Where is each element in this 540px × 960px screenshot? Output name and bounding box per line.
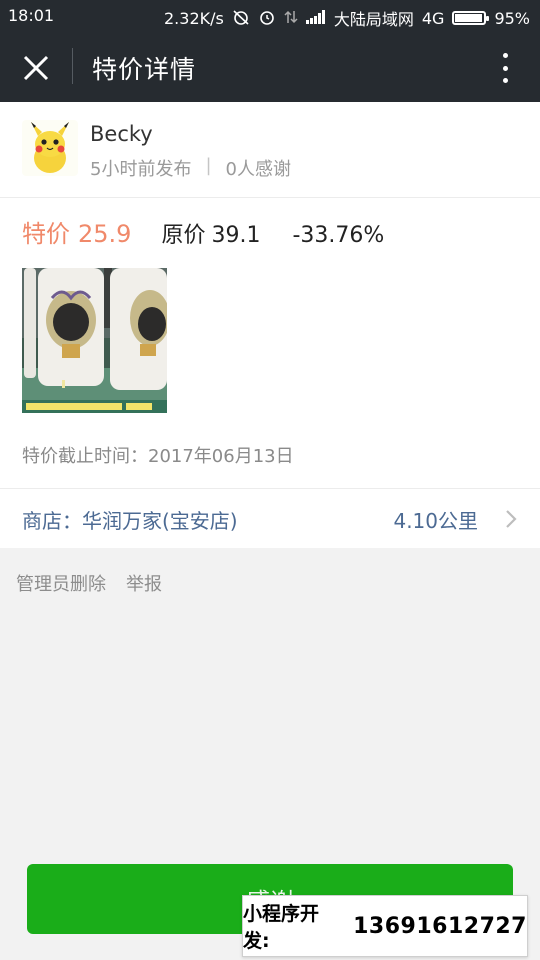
status-bar: 18:01 2.32K/s 大陆局域网 4G 95% bbox=[0, 0, 540, 32]
deal-card: Becky 5小时前发布 | 0人感谢 特价 25.9 原价 39.1 -33.76… bbox=[0, 102, 540, 548]
special-price-label: 特价 bbox=[22, 220, 70, 248]
chevron-right-icon bbox=[506, 510, 517, 528]
signal-icon bbox=[305, 9, 326, 27]
username[interactable]: Becky bbox=[90, 122, 153, 146]
deadline-label: 特价截止时间： bbox=[22, 446, 148, 467]
status-right: 2.32K/s 大陆局域网 4G 95% bbox=[164, 6, 530, 30]
close-icon bbox=[23, 55, 49, 81]
admin-links: 管理员删除 举报 bbox=[16, 570, 162, 596]
post-time: 5小时前发布 bbox=[90, 159, 192, 180]
data-arrows-icon bbox=[284, 9, 298, 28]
special-price-value: 25.9 bbox=[78, 220, 132, 248]
shop-distance: 4.10公里 bbox=[393, 509, 478, 533]
shop-row[interactable]: 商店： 华润万家(宝安店) 4.10公里 bbox=[0, 488, 540, 548]
product-photo[interactable] bbox=[22, 268, 167, 413]
more-dot-icon bbox=[502, 65, 508, 71]
shop-label: 商店： bbox=[22, 509, 82, 533]
title-divider bbox=[72, 48, 73, 84]
price-row: 特价 25.9 原价 39.1 -33.76% bbox=[22, 214, 384, 249]
original-price-label: 原价 bbox=[161, 223, 206, 248]
more-menu-button[interactable] bbox=[490, 50, 520, 86]
original-price-value: 39.1 bbox=[211, 223, 261, 248]
admin-delete-link[interactable]: 管理员删除 bbox=[16, 570, 106, 596]
thanks-count: 0人感谢 bbox=[225, 159, 291, 180]
user-row: Becky 5小时前发布 | 0人感谢 bbox=[0, 102, 540, 198]
carrier-name: 大陆局域网 bbox=[333, 10, 414, 29]
watermark-label: 小程序开发: bbox=[243, 903, 320, 952]
battery-percent: 95% bbox=[494, 8, 530, 28]
report-link[interactable]: 举报 bbox=[126, 570, 162, 596]
watermark-overlay: 小程序开发: 13691612727 bbox=[242, 895, 528, 957]
alarm-off-icon bbox=[232, 9, 250, 28]
alarm-icon bbox=[258, 9, 276, 28]
deadline-value: 2017年06月13日 bbox=[148, 446, 294, 467]
original-price: 原价 39.1 bbox=[161, 217, 260, 249]
shop-name: 华润万家(宝安店) bbox=[82, 509, 238, 533]
network-speed: 2.32K/s bbox=[164, 8, 224, 28]
watermark-phone: 13691612727 bbox=[353, 913, 527, 939]
discount-percent: -33.76% bbox=[292, 223, 385, 248]
meta-separator: | bbox=[205, 155, 212, 176]
page-title: 特价详情 bbox=[92, 55, 197, 84]
status-time: 18:01 bbox=[8, 6, 55, 25]
more-dot-icon bbox=[502, 78, 508, 83]
close-button[interactable] bbox=[14, 48, 58, 88]
title-bar: 特价详情 bbox=[0, 32, 540, 102]
avatar[interactable] bbox=[22, 120, 78, 176]
shop-info: 商店： 华润万家(宝安店) bbox=[22, 505, 238, 534]
more-dot-icon bbox=[502, 53, 508, 58]
deadline: 特价截止时间： 2017年06月13日 bbox=[22, 442, 294, 468]
special-price: 特价 25.9 bbox=[22, 214, 131, 249]
battery-icon bbox=[452, 11, 490, 25]
post-meta: 5小时前发布 | 0人感谢 bbox=[90, 155, 291, 181]
network-type: 4G bbox=[421, 8, 445, 28]
